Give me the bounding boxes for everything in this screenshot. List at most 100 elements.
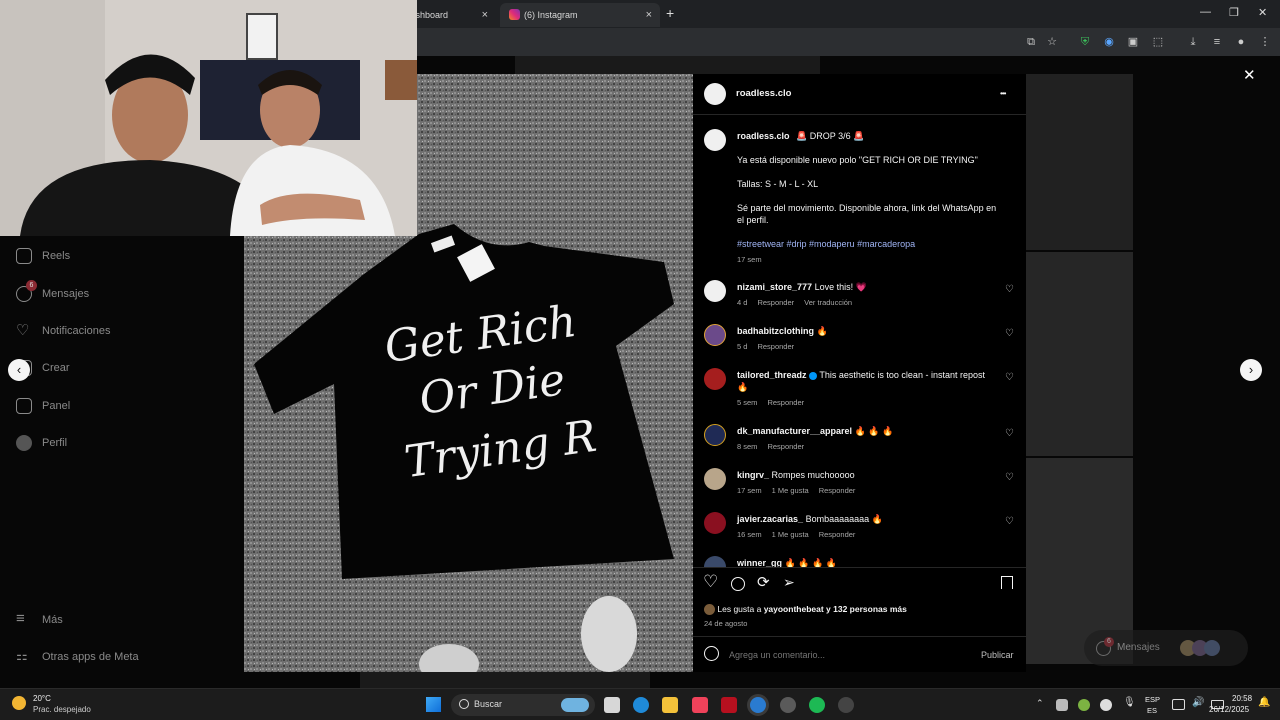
- media-player-icon[interactable]: [838, 697, 854, 713]
- comment-icon[interactable]: [731, 577, 745, 591]
- tray-app-icon[interactable]: [1078, 699, 1090, 711]
- floating-messages-button[interactable]: 6 Mensajes: [1084, 630, 1248, 666]
- sidebar-item-profile[interactable]: Perfil: [16, 433, 67, 453]
- sidebar-item-reels[interactable]: Reels: [16, 246, 70, 266]
- clock-time[interactable]: 20:58: [1232, 694, 1252, 703]
- comment-username[interactable]: nizami_store_777: [737, 282, 812, 292]
- reply-button[interactable]: Responder: [819, 486, 856, 495]
- bookmark-star-icon[interactable]: ☆: [1045, 35, 1059, 49]
- minimize-icon[interactable]: —: [1200, 6, 1211, 18]
- avatar[interactable]: [704, 512, 726, 534]
- emoji-icon[interactable]: [704, 646, 719, 661]
- task-view-icon[interactable]: [604, 697, 620, 713]
- see-translation-button[interactable]: Ver traducción: [804, 298, 852, 307]
- download-icon[interactable]: ⤓: [1186, 35, 1200, 49]
- sidebar-item-messages[interactable]: Mensajes 6: [16, 280, 89, 304]
- restore-icon[interactable]: ❐: [1229, 6, 1239, 19]
- avatar[interactable]: [704, 424, 726, 446]
- avatar[interactable]: [704, 468, 726, 490]
- previous-post-button[interactable]: ‹: [8, 359, 30, 381]
- new-tab-button[interactable]: +: [666, 5, 674, 21]
- reply-button[interactable]: Responder: [757, 298, 794, 307]
- volume-icon[interactable]: 🔊: [1192, 697, 1204, 708]
- spotify-icon[interactable]: [809, 697, 825, 713]
- close-tab-icon[interactable]: ×: [646, 3, 652, 27]
- microphone-icon[interactable]: 🎙: [1123, 697, 1136, 708]
- media-control-icon[interactable]: ≡: [1210, 35, 1224, 49]
- language-secondary[interactable]: ES: [1147, 706, 1157, 715]
- comment-username[interactable]: winner_gg: [737, 558, 782, 567]
- caption-hashtags[interactable]: #streetwear #drip #modaperu #marcaderopa: [737, 238, 997, 250]
- comment-username[interactable]: kingrv_: [737, 470, 769, 480]
- window-close-icon[interactable]: ✕: [1258, 6, 1267, 19]
- reply-button[interactable]: Responder: [757, 342, 794, 351]
- publish-button[interactable]: Publicar: [981, 650, 1014, 660]
- install-app-icon[interactable]: ⧉: [1024, 35, 1038, 49]
- avatar[interactable]: [704, 324, 726, 346]
- like-comment-icon[interactable]: ♡: [1005, 284, 1014, 295]
- reply-button[interactable]: Responder: [767, 398, 804, 407]
- apple-music-icon[interactable]: [692, 697, 708, 713]
- tray-chevron-icon[interactable]: ⌃: [1036, 698, 1044, 709]
- comment-input[interactable]: [727, 646, 951, 664]
- comments-scroll[interactable]: roadless.clo 🚨 DROP 3/6 🚨 Ya está dispon…: [693, 115, 1026, 567]
- sidebar-item-notifications[interactable]: ♡ Notificaciones: [16, 321, 110, 341]
- shield-extension-icon[interactable]: ⛨: [1078, 35, 1092, 49]
- post-author-username[interactable]: roadless.clo: [736, 88, 791, 99]
- cloud-icon[interactable]: [1100, 699, 1112, 711]
- repost-icon[interactable]: ⟳: [757, 573, 770, 591]
- menu-kebab-icon[interactable]: ⋮: [1258, 35, 1272, 49]
- post-options-button[interactable]: •••: [1000, 89, 1006, 98]
- like-comment-icon[interactable]: ♡: [1005, 516, 1014, 527]
- weather-icon[interactable]: [12, 696, 26, 710]
- like-comment-icon[interactable]: ♡: [1005, 328, 1014, 339]
- comment-likes[interactable]: 1 Me gusta: [772, 530, 809, 539]
- notifications-icon[interactable]: 🔔: [1258, 697, 1270, 708]
- reader-extension-icon[interactable]: ▣: [1126, 35, 1140, 49]
- comment-username[interactable]: dk_manufacturer__apparel: [737, 426, 852, 436]
- reply-button[interactable]: Responder: [767, 442, 804, 451]
- comment-likes[interactable]: 1 Me gusta: [772, 486, 809, 495]
- taskbar-search[interactable]: Buscar: [451, 694, 595, 716]
- close-modal-icon[interactable]: ✕: [1243, 66, 1256, 84]
- avatar[interactable]: [704, 129, 726, 151]
- weather-temp[interactable]: 20°C: [33, 694, 51, 703]
- comment-username[interactable]: javier.zacarias_: [737, 514, 803, 524]
- start-icon[interactable]: [426, 697, 441, 712]
- share-icon[interactable]: ➢: [783, 574, 795, 591]
- file-explorer-icon[interactable]: [662, 697, 678, 713]
- avatar[interactable]: [704, 83, 726, 105]
- like-comment-icon[interactable]: ♡: [1005, 428, 1014, 439]
- tab-dashboard[interactable]: Dashboard ×: [404, 3, 500, 27]
- comment-username[interactable]: tailored_threadz: [737, 370, 807, 380]
- clock-date[interactable]: 26/12/2025: [1209, 705, 1249, 714]
- avatar[interactable]: [704, 556, 726, 567]
- weather-desc[interactable]: Prac. despejado: [33, 705, 91, 714]
- close-tab-icon[interactable]: ×: [482, 3, 488, 27]
- likes-summary[interactable]: Les gusta a yayoonthebeat y 132 personas…: [704, 604, 907, 616]
- tray-app-icon[interactable]: [1056, 699, 1068, 711]
- sidebar-item-panel[interactable]: Panel: [16, 396, 70, 416]
- profile-avatar[interactable]: ●: [1234, 35, 1248, 49]
- next-post-button[interactable]: ›: [1240, 359, 1262, 381]
- save-bookmark-icon[interactable]: [1001, 576, 1013, 589]
- translate-extension-icon[interactable]: ◉: [1102, 35, 1116, 49]
- like-post-icon[interactable]: ♡: [703, 572, 718, 592]
- language-primary[interactable]: ESP: [1145, 695, 1160, 704]
- like-comment-icon[interactable]: ♡: [1005, 472, 1014, 483]
- like-comment-icon[interactable]: ♡: [1005, 372, 1014, 383]
- network-icon[interactable]: [1172, 699, 1185, 710]
- adobe-icon[interactable]: [721, 697, 737, 713]
- chrome-icon[interactable]: [750, 697, 766, 713]
- sidebar-item-more[interactable]: ≡ Más: [16, 610, 63, 630]
- sidebar-item-meta-apps[interactable]: ⚏ Otras apps de Meta: [16, 647, 139, 667]
- edge-icon[interactable]: [633, 697, 649, 713]
- avatar[interactable]: [704, 280, 726, 302]
- reply-button[interactable]: Responder: [819, 530, 856, 539]
- avatar[interactable]: [704, 368, 726, 390]
- caption-username[interactable]: roadless.clo: [737, 131, 790, 141]
- app-icon[interactable]: [780, 697, 796, 713]
- tab-instagram[interactable]: (6) Instagram ×: [500, 3, 660, 27]
- comment-username[interactable]: badhabitzclothing: [737, 326, 814, 336]
- extensions-icon[interactable]: ⬚: [1151, 35, 1165, 49]
